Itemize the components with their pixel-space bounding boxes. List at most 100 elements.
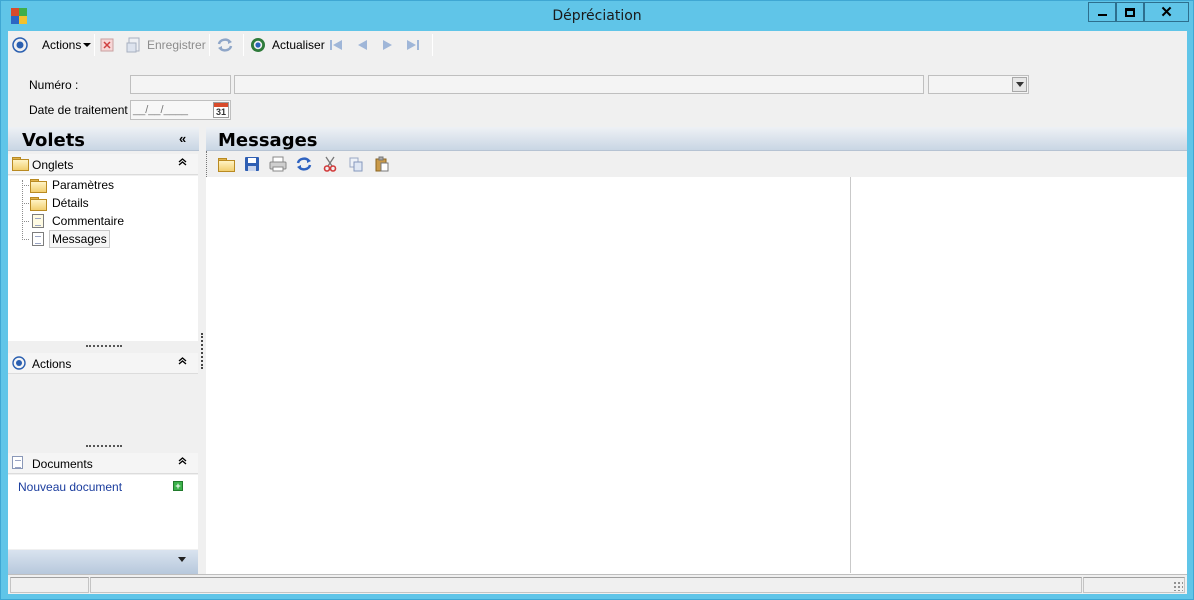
previous-icon xyxy=(358,40,367,50)
collapse-up-icon[interactable] xyxy=(178,157,187,166)
minimize-icon xyxy=(1097,14,1107,16)
toolbar-separator xyxy=(209,34,210,56)
numero-input[interactable] xyxy=(130,75,231,94)
dropdown-arrow[interactable] xyxy=(1012,77,1027,92)
cut-icon xyxy=(323,156,337,172)
tree-item-details[interactable]: Détails xyxy=(30,194,91,212)
save-button[interactable]: Enregistrer xyxy=(126,35,206,55)
tree-item-parametres[interactable]: Paramètres xyxy=(30,176,116,194)
onglets-title: Onglets xyxy=(32,158,74,172)
messages-header: Messages xyxy=(206,127,1187,151)
save-message-button[interactable] xyxy=(243,156,261,172)
paste-button[interactable] xyxy=(373,156,391,172)
next-icon xyxy=(383,40,392,50)
document-icon xyxy=(32,232,44,246)
minimize-button[interactable] xyxy=(1088,2,1116,22)
window-title: Dépréciation xyxy=(552,8,642,24)
date-input[interactable]: __/__/____ 31 xyxy=(130,100,231,120)
delete-button[interactable] xyxy=(100,35,114,55)
print-icon xyxy=(269,156,287,172)
document-icon xyxy=(32,214,44,228)
collapse-panel-button[interactable]: « xyxy=(179,131,186,146)
refresh-icon xyxy=(251,38,265,52)
maximize-button[interactable] xyxy=(1116,2,1144,22)
copy-button[interactable] xyxy=(347,156,365,172)
cut-button[interactable] xyxy=(321,156,339,172)
actions-section-header[interactable]: Actions xyxy=(8,353,198,374)
document-icon xyxy=(12,456,26,470)
open-folder-button[interactable] xyxy=(217,156,235,172)
messages-title: Messages xyxy=(218,130,318,151)
numero-label: Numéro : xyxy=(29,78,79,92)
tree-item-label: Messages xyxy=(49,230,110,248)
target-icon xyxy=(12,37,28,53)
tree-item-label: Paramètres xyxy=(52,178,115,192)
description-input[interactable] xyxy=(234,75,924,94)
tree-item-label: Détails xyxy=(52,196,89,210)
status-cell-main xyxy=(90,577,1082,593)
folder-icon xyxy=(30,197,47,211)
refresh-button[interactable]: Actualiser xyxy=(250,35,325,55)
collapse-up-icon[interactable] xyxy=(178,456,187,465)
chevron-down-icon[interactable] xyxy=(178,557,186,562)
actions-dropdown-button[interactable]: Actions xyxy=(12,35,92,55)
status-cell-left xyxy=(10,577,89,593)
volets-title: Volets xyxy=(22,130,86,151)
refresh-label: Actualiser xyxy=(272,38,325,52)
chevron-down-icon xyxy=(83,43,92,47)
last-record-button[interactable] xyxy=(405,35,421,55)
save-icon xyxy=(245,157,259,171)
previous-record-button[interactable] xyxy=(354,35,370,55)
first-record-button[interactable] xyxy=(328,35,344,55)
save-document-icon xyxy=(126,37,140,53)
close-button[interactable]: ✕ xyxy=(1144,2,1189,22)
paste-icon xyxy=(375,156,389,172)
sync-button[interactable] xyxy=(216,35,234,55)
sync-icon xyxy=(217,38,233,52)
new-document-link[interactable]: Nouveau document xyxy=(18,480,122,494)
volets-header: Volets « xyxy=(8,127,199,151)
next-record-button[interactable] xyxy=(380,35,396,55)
messages-panel: Messages xyxy=(206,127,1187,577)
main-toolbar: Actions Enregistrer Actualiser xyxy=(8,31,1187,59)
documents-section-title: Documents xyxy=(32,457,93,471)
date-label: Date de traitement : xyxy=(29,103,135,117)
save-label: Enregistrer xyxy=(147,38,206,52)
actions-section-title: Actions xyxy=(32,357,72,371)
print-button[interactable] xyxy=(269,156,287,172)
open-folder-icon xyxy=(218,158,235,172)
collapse-up-icon[interactable] xyxy=(178,356,187,365)
onglets-section-header[interactable]: Onglets xyxy=(8,154,198,175)
close-icon: ✕ xyxy=(1160,3,1173,21)
type-select[interactable] xyxy=(928,75,1029,94)
calendar-day: 31 xyxy=(215,107,226,117)
section-splitter[interactable] xyxy=(86,345,122,348)
application-window: Dépréciation ✕ Actions Enregistrer Actua… xyxy=(0,0,1194,600)
refresh-messages-button[interactable] xyxy=(295,156,313,172)
panel-splitter[interactable] xyxy=(201,333,203,369)
tree-item-label: Commentaire xyxy=(52,214,125,228)
messages-list[interactable] xyxy=(209,177,851,573)
target-icon xyxy=(12,356,26,370)
section-splitter[interactable] xyxy=(86,445,122,448)
title-bar[interactable]: Dépréciation ✕ xyxy=(1,1,1193,31)
tree-item-commentaire[interactable]: Commentaire xyxy=(32,212,126,230)
client-area: Actions Enregistrer Actualiser Numéro: … xyxy=(8,31,1187,594)
toolbar-separator xyxy=(94,34,95,56)
calendar-icon[interactable]: 31 xyxy=(213,102,229,118)
panel-menu-bar[interactable] xyxy=(8,550,198,574)
resize-grip-icon[interactable] xyxy=(1173,581,1183,591)
add-icon[interactable]: + xyxy=(173,481,183,491)
date-placeholder: __/__/____ xyxy=(133,104,189,116)
documents-section-header[interactable]: Documents xyxy=(8,453,198,474)
message-detail[interactable] xyxy=(852,177,1187,573)
toolbar-separator xyxy=(432,34,433,56)
maximize-icon xyxy=(1125,7,1135,17)
first-icon xyxy=(330,40,342,50)
documents-body: Nouveau document + xyxy=(8,475,198,549)
tree-item-messages[interactable]: Messages xyxy=(32,230,110,248)
refresh-icon xyxy=(296,157,312,171)
status-bar xyxy=(8,574,1187,594)
volets-panel: Volets « Onglets Paramètres Détails Comm… xyxy=(8,127,199,577)
onglets-tree: Paramètres Détails Commentaire Messages xyxy=(8,176,198,341)
